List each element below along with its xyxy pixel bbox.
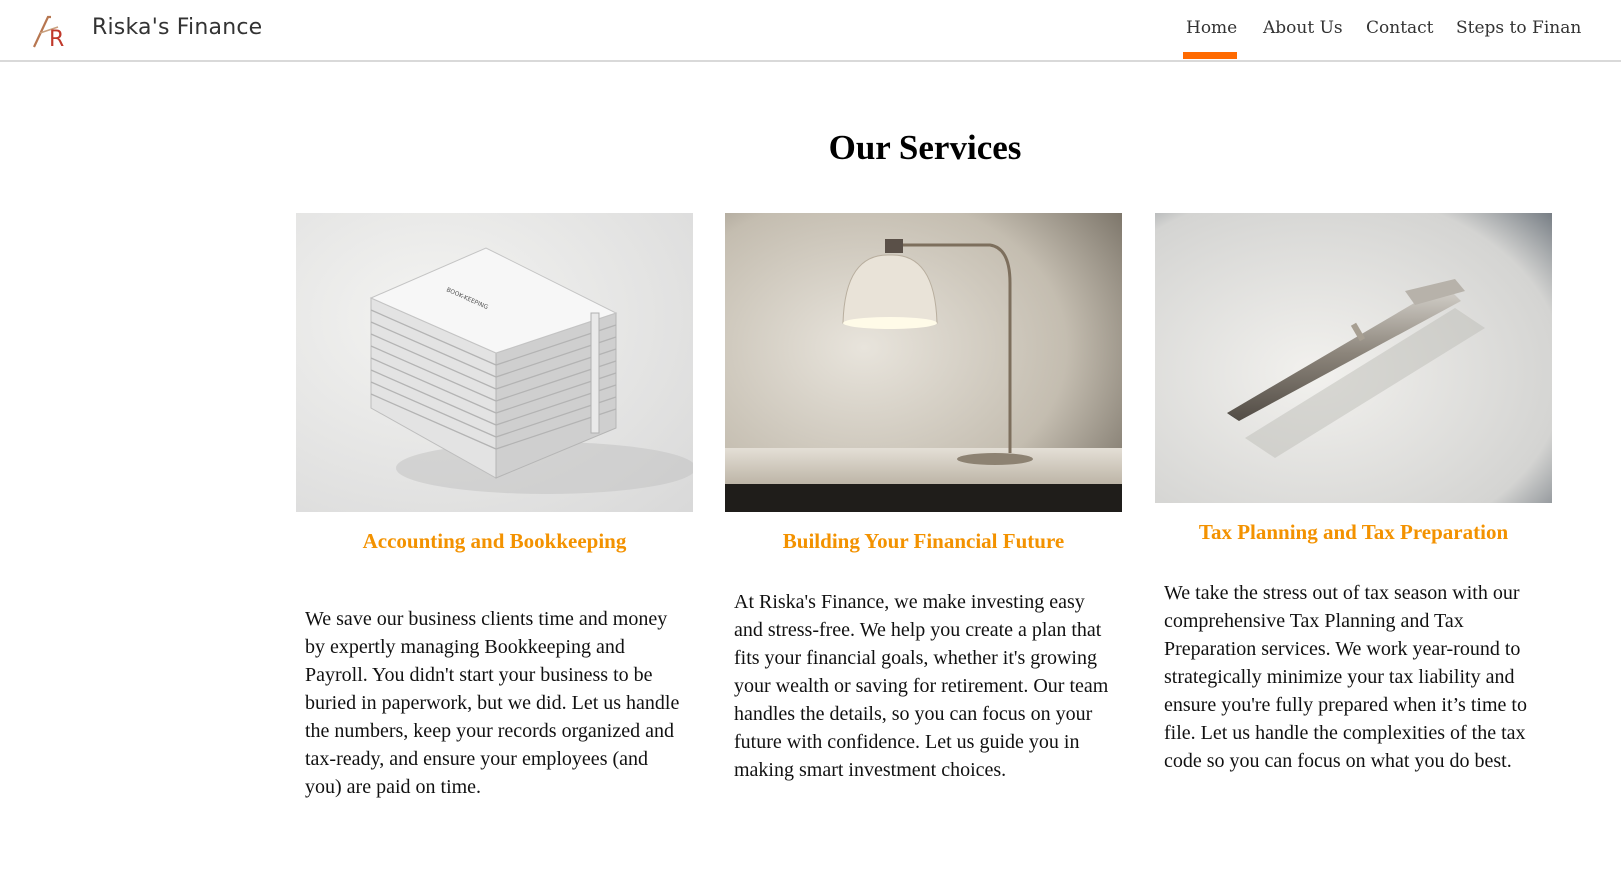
silver-pen-image	[1155, 213, 1552, 503]
brand-name[interactable]: Riska's Finance	[92, 15, 262, 40]
service-card-tax: Tax Planning and Tax Preparation We take…	[1155, 213, 1552, 775]
desk-lamp-image	[725, 213, 1122, 512]
stacked-bookkeeping-binders-image: BOOK-KEEPING	[296, 213, 693, 512]
svg-text:R: R	[49, 27, 64, 49]
page-title: Our Services	[828, 128, 1022, 168]
riskas-finance-logo-icon[interactable]: R	[32, 13, 72, 49]
service-description: We save our business clients time and mo…	[305, 608, 680, 798]
service-description: We take the stress out of tax season wit…	[1164, 582, 1527, 772]
active-nav-indicator	[1183, 52, 1237, 59]
nav-home[interactable]: Home	[1186, 18, 1237, 38]
nav-about-us[interactable]: About Us	[1263, 18, 1343, 38]
service-description: At Riska's Finance, we make investing ea…	[734, 591, 1109, 781]
nav-steps-to-finance[interactable]: Steps to Finan	[1456, 18, 1581, 38]
service-heading: Tax Planning and Tax Preparation	[1198, 520, 1509, 544]
service-heading: Accounting and Bookkeeping	[362, 529, 627, 553]
service-card-accounting: BOOK-KEEPING Accounting and Bookkeeping …	[296, 213, 693, 801]
site-header: R Riska's Finance Home About Us Contact …	[0, 0, 1621, 62]
service-heading: Building Your Financial Future	[782, 529, 1065, 553]
nav-contact[interactable]: Contact	[1366, 18, 1434, 38]
service-card-financial-future: Building Your Financial Future At Riska'…	[725, 213, 1122, 784]
